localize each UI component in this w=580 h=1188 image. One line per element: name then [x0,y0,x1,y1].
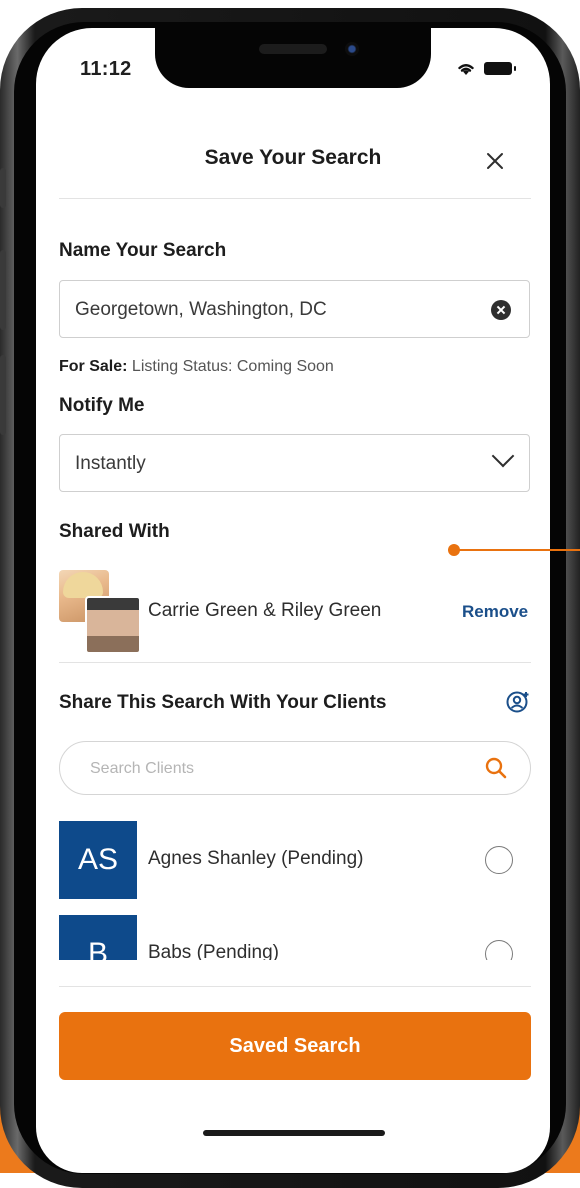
speaker-grille [259,44,327,54]
camera-icon [345,42,359,56]
notch [155,28,431,88]
home-indicator[interactable] [203,1130,385,1136]
shared-names: Carrie Green & Riley Green [148,600,382,621]
chevron-down-icon [491,444,515,468]
footer-divider [59,986,531,987]
name-search-label: Name Your Search [59,240,227,261]
client-name: Babs (Pending) [148,942,279,960]
mute-switch [0,168,6,208]
clear-icon[interactable] [491,300,511,320]
shared-with-label: Shared With [59,521,170,542]
app-screen: 11:12 Save Your Search Name Your Search … [36,28,550,1173]
shared-divider [59,662,531,663]
annotation-line [455,549,580,551]
status-time: 11:12 [80,58,132,80]
annotation-marker [448,544,460,556]
share-clients-label: Share This Search With Your Clients [59,692,387,713]
volume-up-button [0,250,6,330]
saved-search-button[interactable]: Saved Search [59,1012,531,1080]
wifi-icon [458,64,474,75]
client-select-radio[interactable] [485,846,513,874]
contacts-icon[interactable] [506,690,530,714]
client-select-radio[interactable] [485,940,513,960]
client-search-placeholder: Search Clients [90,760,195,777]
client-initials: B [59,915,137,960]
criteria-text: Listing Status: Coming Soon [127,358,334,375]
search-name-field[interactable]: Georgetown, Washington, DC [59,280,530,338]
search-icon[interactable] [484,756,508,780]
client-list: AS Agnes Shanley (Pending) B Babs (Pendi… [36,808,550,960]
notify-select[interactable]: Instantly [59,434,530,492]
remove-button[interactable]: Remove [462,602,528,622]
volume-down-button [0,355,6,435]
close-icon[interactable] [482,148,508,174]
client-search-input[interactable]: Search Clients [59,741,531,795]
search-criteria: For Sale: Listing Status: Coming Soon [59,358,334,376]
criteria-prefix: For Sale: [59,358,128,375]
client-initials: AS [59,821,137,899]
client-name: Agnes Shanley (Pending) [148,848,364,869]
avatar [85,596,141,654]
header-divider [59,198,531,199]
modal-title: Save Your Search [204,146,382,169]
notify-selected-value: Instantly [75,453,146,474]
battery-icon [484,62,516,75]
search-name-value: Georgetown, Washington, DC [75,299,327,320]
status-icons [456,61,516,76]
notify-label: Notify Me [59,395,145,416]
